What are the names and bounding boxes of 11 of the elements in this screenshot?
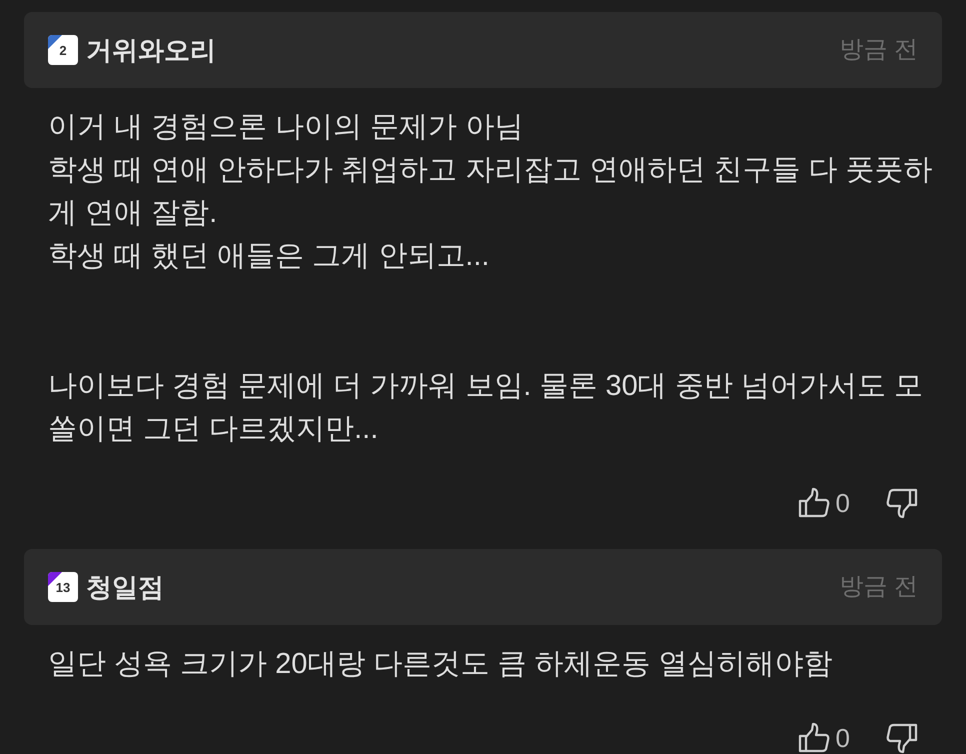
like-count: 0 (836, 486, 850, 520)
level-badge: 2 (48, 35, 78, 65)
comment-text: 일단 성욕 크기가 20대랑 다른것도 큼 하체운동 열심히해야함 (48, 647, 834, 682)
comment-text: 나이보다 경험 문제에 더 가까워 보임. 물론 30대 중반 넘어가서도 모 쏠이면 그던 다르겠지만... (48, 369, 924, 447)
author-name[interactable]: 거위와오리 (86, 30, 216, 70)
author-name[interactable]: 청일점 (86, 568, 164, 606)
like-count: 0 (836, 722, 850, 754)
level-badge: 13 (48, 572, 78, 602)
comment-time: 방금 전 (839, 572, 918, 602)
comment-time: 방금 전 (839, 35, 918, 65)
comment-text: 이거 내 경험으론 나이의 문제가 아님 학생 때 연애 안하다가 취업하고 자리잡고 연애하던 친구들 다 풋풋하 게 연애 잘함. 학생 때 했던 애들은 그게 안되고... (48, 110, 934, 274)
